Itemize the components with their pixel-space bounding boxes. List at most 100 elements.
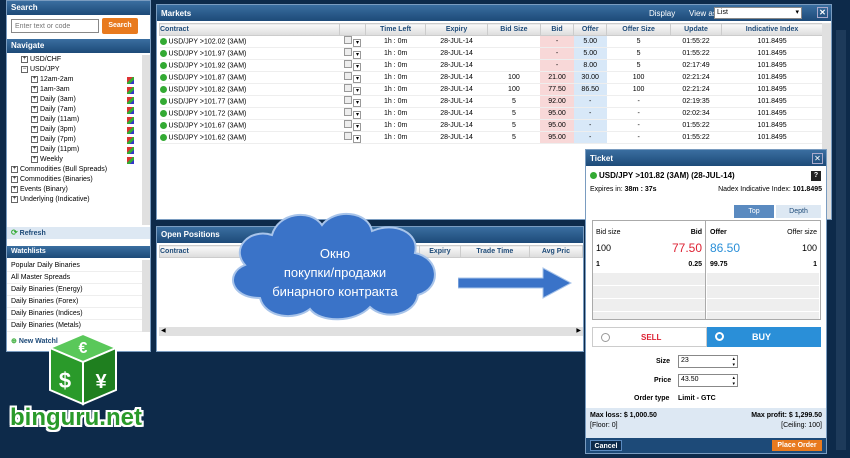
cell[interactable]: 92.00	[540, 95, 574, 108]
tree-item[interactable]: + Daily (3pm)	[7, 125, 150, 135]
expand-icon[interactable]: +	[31, 155, 38, 163]
tree-item[interactable]: + Daily (11am)	[7, 115, 150, 125]
help-icon[interactable]: ?	[811, 171, 821, 181]
chart-icon[interactable]	[127, 87, 134, 94]
ticket-close-icon[interactable]: ✕	[812, 153, 823, 164]
column-header[interactable]: Avg Pric	[528, 245, 584, 258]
view-as-select[interactable]: List ▾	[714, 7, 802, 19]
watchlist-item[interactable]: Daily Binaries (Indices)	[7, 308, 150, 320]
table-row[interactable]: USD/JPY >101.77 (3AM) ▾ 1h : 0m 28-JUL-14 5…	[159, 95, 823, 108]
expand-icon[interactable]: +	[31, 145, 38, 153]
stepper-icon[interactable]: ▴ ▾	[732, 356, 735, 368]
chart-icon[interactable]	[343, 36, 352, 44]
tree-item[interactable]: + Weekly	[7, 155, 150, 165]
buy-button[interactable]: BUY	[707, 327, 821, 347]
depth-offer-1[interactable]: 99.75	[710, 261, 728, 268]
sell-button[interactable]: SELL	[592, 327, 707, 347]
cell[interactable]: 5.00	[573, 35, 607, 48]
table-row[interactable]: USD/JPY >102.02 (3AM) ▾ 1h : 0m 28-JUL-14 -…	[159, 35, 823, 48]
row-actions[interactable]: ▾	[339, 119, 366, 132]
tree-item[interactable]: + Daily (11pm)	[7, 145, 150, 155]
tree-item[interactable]: +12am-2am	[7, 75, 150, 85]
cancel-button[interactable]: Cancel	[590, 440, 622, 451]
tree-item[interactable]: − USD/JPY	[7, 65, 150, 75]
watchlist-item[interactable]: Daily Binaries (Energy)	[7, 284, 150, 296]
table-row[interactable]: USD/JPY >101.97 (3AM) ▾ 1h : 0m 28-JUL-14 -…	[159, 47, 823, 60]
expand-icon[interactable]: +	[31, 85, 38, 93]
expand-icon[interactable]: +	[31, 135, 38, 143]
chart-icon[interactable]	[127, 137, 134, 144]
tab-depth[interactable]: Depth	[776, 205, 821, 218]
tree-item[interactable]: + Daily (3am)	[7, 95, 150, 105]
chevron-down-icon[interactable]: ▾	[353, 135, 362, 143]
chart-icon[interactable]	[127, 77, 134, 84]
row-actions[interactable]: ▾	[339, 131, 366, 144]
column-header[interactable]: Expiry	[425, 23, 488, 36]
chart-icon[interactable]	[343, 96, 352, 104]
tree-scrollbar[interactable]	[142, 55, 150, 225]
watchlist-item[interactable]: Daily Binaries (Forex)	[7, 296, 150, 308]
table-row[interactable]: USD/JPY >101.87 (3AM) ▾ 1h : 0m 28-JUL-14 1…	[159, 71, 823, 84]
cell[interactable]: 30.00	[573, 71, 607, 84]
column-header[interactable]: Bid	[539, 23, 575, 36]
expand-icon[interactable]: +	[21, 55, 28, 63]
expand-icon[interactable]: +	[11, 175, 18, 183]
depth-offer-0[interactable]: 86.50	[710, 241, 740, 255]
cell[interactable]: -	[573, 131, 607, 144]
chevron-down-icon[interactable]: ▾	[353, 51, 362, 59]
row-actions[interactable]: ▾	[339, 47, 366, 60]
chevron-down-icon[interactable]: ▾	[353, 111, 362, 119]
row-actions[interactable]: ▾	[339, 95, 366, 108]
chevron-down-icon[interactable]: ▾	[353, 99, 362, 107]
expand-icon[interactable]: +	[11, 165, 18, 173]
table-row[interactable]: USD/JPY >101.82 (3AM) ▾ 1h : 0m 28-JUL-14 1…	[159, 83, 823, 96]
cell[interactable]: 86.50	[573, 83, 607, 96]
close-icon[interactable]: ✕	[817, 7, 828, 18]
cell[interactable]: 95.00	[540, 107, 574, 120]
expand-icon[interactable]: −	[21, 65, 28, 73]
chart-icon[interactable]	[343, 84, 352, 92]
place-order-button[interactable]: Place Order	[772, 440, 822, 451]
chevron-down-icon[interactable]: ▾	[353, 123, 362, 131]
tab-top[interactable]: Top	[734, 205, 774, 218]
expand-icon[interactable]: +	[11, 195, 18, 203]
depth-bid-0[interactable]: 77.50	[672, 241, 702, 255]
column-header[interactable]: Offer Size	[606, 23, 671, 36]
cell[interactable]: -	[540, 59, 574, 72]
column-header[interactable]: Contract	[159, 23, 340, 36]
expand-icon[interactable]: +	[31, 105, 38, 113]
row-actions[interactable]: ▾	[339, 83, 366, 96]
tree-item[interactable]: + Daily (7am)	[7, 105, 150, 115]
table-row[interactable]: USD/JPY >101.62 (3AM) ▾ 1h : 0m 28-JUL-14 5…	[159, 131, 823, 144]
column-header[interactable]: Offer	[572, 23, 608, 36]
row-actions[interactable]: ▾	[339, 71, 366, 84]
chart-icon[interactable]	[127, 147, 134, 154]
chart-icon[interactable]	[343, 48, 352, 56]
cell[interactable]: -	[573, 119, 607, 132]
size-input[interactable]: 23 ▴ ▾	[678, 355, 738, 368]
table-row[interactable]: USD/JPY >101.67 (3AM) ▾ 1h : 0m 28-JUL-14 5…	[159, 119, 823, 132]
cell[interactable]: -	[573, 95, 607, 108]
cell[interactable]: 77.50	[540, 83, 574, 96]
cell[interactable]: -	[540, 35, 574, 48]
chart-icon[interactable]	[127, 117, 134, 124]
table-row[interactable]: USD/JPY >101.72 (3AM) ▾ 1h : 0m 28-JUL-14 5…	[159, 107, 823, 120]
column-header[interactable]: Update	[669, 23, 723, 36]
column-header[interactable]: Trade Time	[459, 245, 530, 258]
chart-icon[interactable]	[127, 97, 134, 104]
cell[interactable]: 8.00	[573, 59, 607, 72]
chart-icon[interactable]	[343, 108, 352, 116]
price-input[interactable]: 43.50 ▴ ▾	[678, 374, 738, 387]
tree-item[interactable]: + Commodities (Bull Spreads)	[7, 165, 150, 175]
expand-icon[interactable]: +	[31, 95, 38, 103]
tree-item[interactable]: + USD/CHF	[7, 55, 150, 65]
tree-item[interactable]: +1am-3am	[7, 85, 150, 95]
expand-icon[interactable]: +	[31, 115, 38, 123]
chart-icon[interactable]	[343, 120, 352, 128]
horizontal-scrollbar[interactable]: ◀ ▶	[159, 327, 583, 336]
search-input[interactable]	[11, 19, 99, 33]
chevron-down-icon[interactable]: ▾	[353, 87, 362, 95]
cell[interactable]: 21.00	[540, 71, 574, 84]
row-actions[interactable]: ▾	[339, 59, 366, 72]
tree-item[interactable]: + Events (Binary)	[7, 185, 150, 195]
